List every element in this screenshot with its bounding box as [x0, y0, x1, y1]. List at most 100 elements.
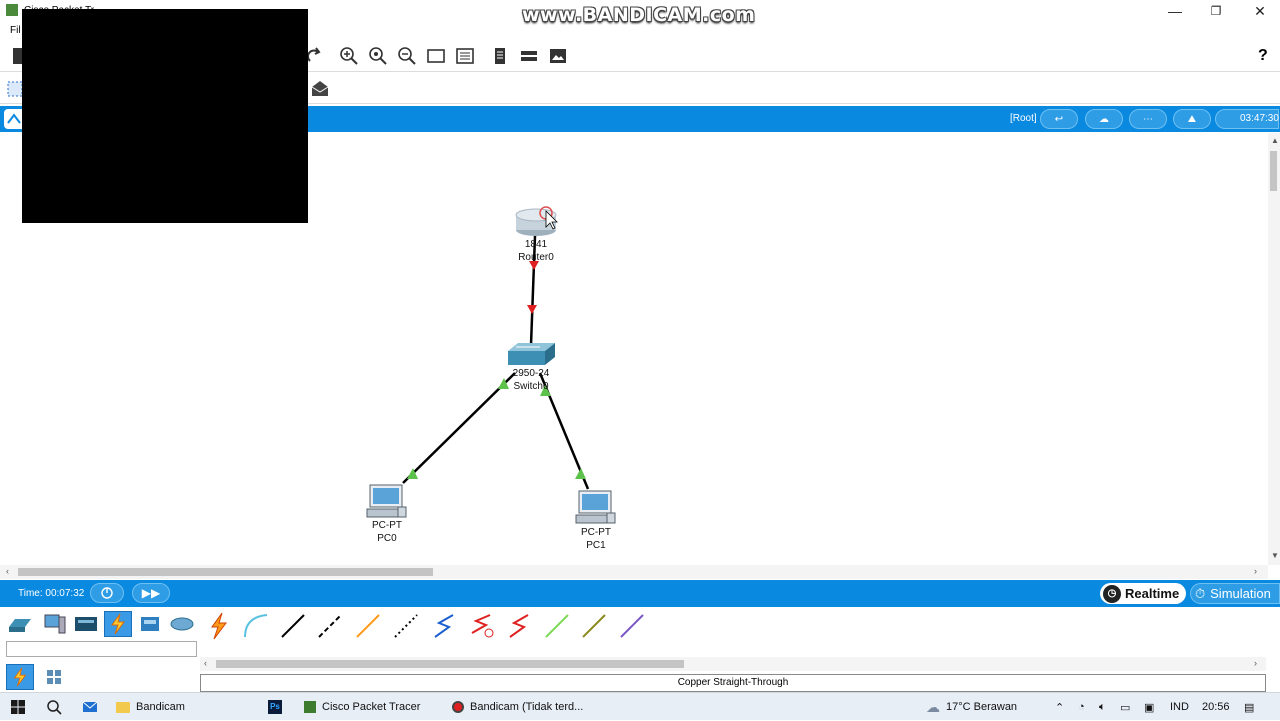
network-devices-icon[interactable] [6, 611, 34, 637]
app-icon [6, 4, 18, 16]
search-button[interactable] [46, 693, 62, 721]
power-cycle-icon [101, 587, 113, 599]
switch-model: 2950-24 [512, 368, 550, 379]
usb-cable-icon[interactable] [616, 610, 648, 642]
redaction-overlay [22, 9, 308, 223]
pc0-label: PC-PT PC0 [357, 519, 417, 545]
menu-file[interactable]: Fil [10, 25, 21, 36]
pc1-name: PC1 [586, 540, 606, 551]
weather-widget[interactable]: ☁ 17°C Berawan [926, 693, 1017, 721]
zoom-reset-icon[interactable] [367, 45, 389, 67]
folder-icon [116, 701, 130, 713]
volume-icon[interactable]: 🔈︎ [1099, 693, 1106, 721]
mail-button[interactable] [82, 693, 98, 721]
cable-scroll-left-icon[interactable]: ‹ [204, 658, 207, 668]
search-icon [47, 700, 62, 715]
console-cable-icon[interactable] [240, 610, 272, 642]
fast-forward-button[interactable]: ▶▶ [132, 583, 170, 603]
link-up-indicator [575, 468, 586, 479]
windows-taskbar: Bandicam Ps Cisco Packet Tracer Bandicam… [0, 692, 1280, 720]
restore-button[interactable]: ❐ [1196, 0, 1236, 22]
router-label: 1841 Router0 [506, 238, 566, 264]
multiuser-icon[interactable] [168, 611, 196, 637]
taskbar-app-bandicam-record[interactable]: Bandicam (Tidak terd... [452, 693, 583, 721]
power-cycle-button[interactable] [90, 583, 124, 603]
close-button[interactable]: ✕ [1240, 0, 1280, 22]
camera-icon[interactable]: ▣ [1144, 693, 1154, 721]
vertical-scrollbar[interactable]: ▲ ▼ [1268, 133, 1280, 565]
miscellaneous-icon[interactable] [136, 611, 164, 637]
image-icon[interactable] [547, 45, 569, 67]
photoshop-icon: Ps [268, 700, 282, 714]
components-icon[interactable] [72, 611, 100, 637]
realtime-button[interactable]: ◷ Realtime [1100, 583, 1186, 604]
minimize-button[interactable]: — [1155, 0, 1195, 22]
taskbar-clock[interactable]: 20:56 [1202, 693, 1230, 721]
coaxial-icon[interactable] [428, 610, 460, 642]
copper-cross-icon[interactable] [314, 610, 346, 642]
serial-dte-icon[interactable] [503, 610, 535, 642]
viewport-icon[interactable]: ⋯ [1129, 109, 1167, 129]
simulation-button[interactable]: ⏱ Simulation [1190, 583, 1280, 604]
taskbar-app-packet-tracer[interactable]: Cisco Packet Tracer [304, 693, 420, 721]
battery-icon[interactable]: ▭ [1120, 693, 1130, 721]
environment-icon[interactable]: ⛰ [1173, 109, 1211, 129]
pc0-icon[interactable] [366, 484, 407, 518]
network-icon[interactable]: ◔ [1078, 693, 1085, 721]
pc0-model: PC-PT [372, 520, 402, 531]
fiber-icon[interactable] [352, 610, 384, 642]
octal-icon[interactable] [541, 610, 573, 642]
cable-scroll-right-icon[interactable]: › [1254, 658, 1257, 668]
serial-dce-icon[interactable] [465, 610, 497, 642]
scroll-up-icon[interactable]: ▲ [1271, 136, 1279, 145]
taskbar-app-bandicam-folder[interactable]: Bandicam [116, 693, 185, 721]
grid-view-icon[interactable] [44, 667, 64, 687]
vertical-scroll-thumb[interactable] [1270, 151, 1277, 191]
notes-icon[interactable] [489, 45, 511, 67]
router-icon[interactable] [515, 206, 558, 236]
language-indicator[interactable]: IND [1170, 693, 1189, 721]
cloud-icon: ☁ [926, 698, 940, 715]
time-label: Time: 00:07:32 [18, 588, 85, 599]
router-model: 1841 [524, 239, 548, 250]
device-list-icon[interactable] [518, 45, 540, 67]
drawing-palette-icon[interactable] [425, 45, 447, 67]
zoom-in-icon[interactable] [338, 45, 360, 67]
device-search-input[interactable] [6, 641, 197, 657]
horizontal-scroll-thumb[interactable] [18, 568, 433, 576]
fast-forward-icon: ▶▶ [141, 586, 161, 600]
start-button[interactable] [10, 693, 26, 721]
cable-scrollbar[interactable]: ‹ › [200, 657, 1266, 671]
pc0-name: PC0 [377, 533, 397, 544]
pdu-envelope-icon[interactable] [309, 78, 331, 100]
end-devices-icon[interactable] [40, 611, 68, 637]
pc1-model: PC-PT [581, 527, 611, 538]
cluster-icon[interactable]: ☁ [1085, 109, 1123, 129]
selected-cable-name: Copper Straight-Through [200, 674, 1266, 692]
notification-icon[interactable]: ▤ [1244, 693, 1254, 721]
scroll-down-icon[interactable]: ▼ [1271, 551, 1279, 560]
tray-overflow-icon[interactable]: ⌃ [1055, 693, 1064, 721]
scroll-left-icon[interactable]: ‹ [6, 566, 9, 576]
pc1-icon[interactable] [575, 490, 616, 524]
help-icon[interactable]: ? [1258, 47, 1268, 65]
horizontal-scrollbar[interactable]: ‹ › [0, 565, 1268, 579]
auto-connect-icon[interactable] [202, 610, 234, 642]
switch-label: 2950-24 Switch0 [496, 367, 566, 393]
router-name: Router0 [518, 252, 554, 263]
root-label[interactable]: [Root] [1010, 113, 1037, 124]
cable-scroll-thumb[interactable] [216, 660, 684, 668]
back-icon[interactable]: ↩ [1040, 109, 1078, 129]
scroll-right-icon[interactable]: › [1254, 566, 1257, 576]
subcategory-connections-icon[interactable] [6, 664, 34, 690]
connections-icon[interactable] [104, 611, 132, 637]
zoom-out-icon[interactable] [396, 45, 418, 67]
phone-cable-icon[interactable] [390, 610, 422, 642]
custom-device-icon[interactable] [454, 45, 476, 67]
copper-straight-icon[interactable] [277, 610, 309, 642]
iot-cable-icon[interactable] [578, 610, 610, 642]
mail-icon [82, 701, 98, 712]
switch-icon[interactable] [508, 343, 555, 365]
clock-display: 03:47:30 [1215, 109, 1279, 129]
taskbar-app-photoshop[interactable]: Ps [268, 693, 282, 721]
